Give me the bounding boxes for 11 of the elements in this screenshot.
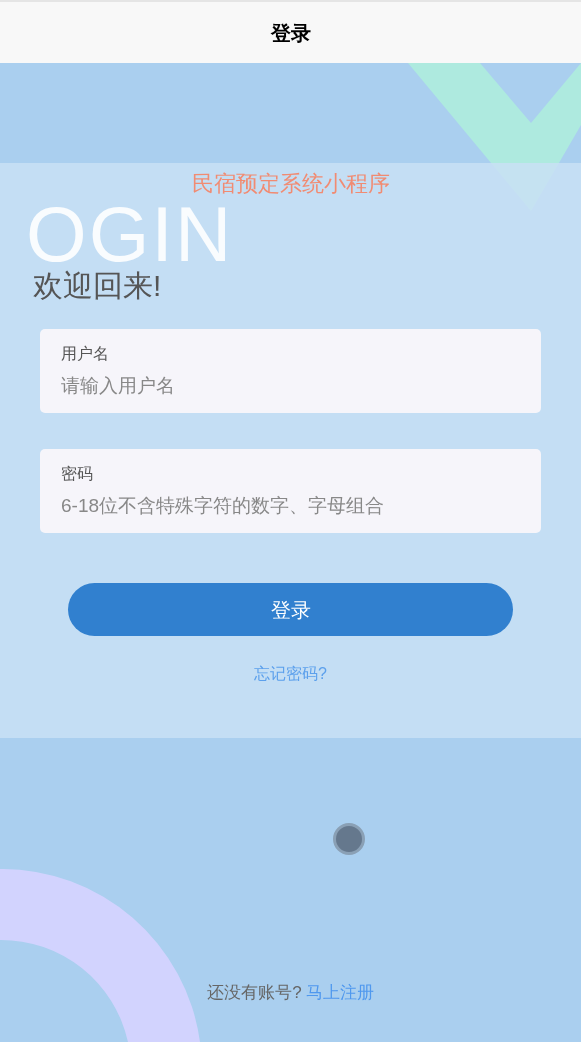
page-title: 登录 <box>270 20 311 46</box>
register-prompt: 还没有账号? <box>207 982 302 1004</box>
login-button[interactable]: 登录 <box>68 583 513 636</box>
welcome-heading: 欢迎回来! <box>33 270 162 302</box>
app-title: 民宿预定系统小程序 <box>191 171 390 196</box>
input-field[interactable]: 请输入用户名 <box>61 371 520 401</box>
field-label: 密码 <box>61 463 94 484</box>
field-label: 用户名 <box>61 343 110 364</box>
form-field[interactable]: 用户名 请输入用户名 <box>40 329 541 413</box>
input-field[interactable]: 6-18位不含特殊字符的数字、字母组合 <box>61 491 520 521</box>
form-field[interactable]: 密码 6-18位不含特殊字符的数字、字母组合 <box>40 449 541 533</box>
